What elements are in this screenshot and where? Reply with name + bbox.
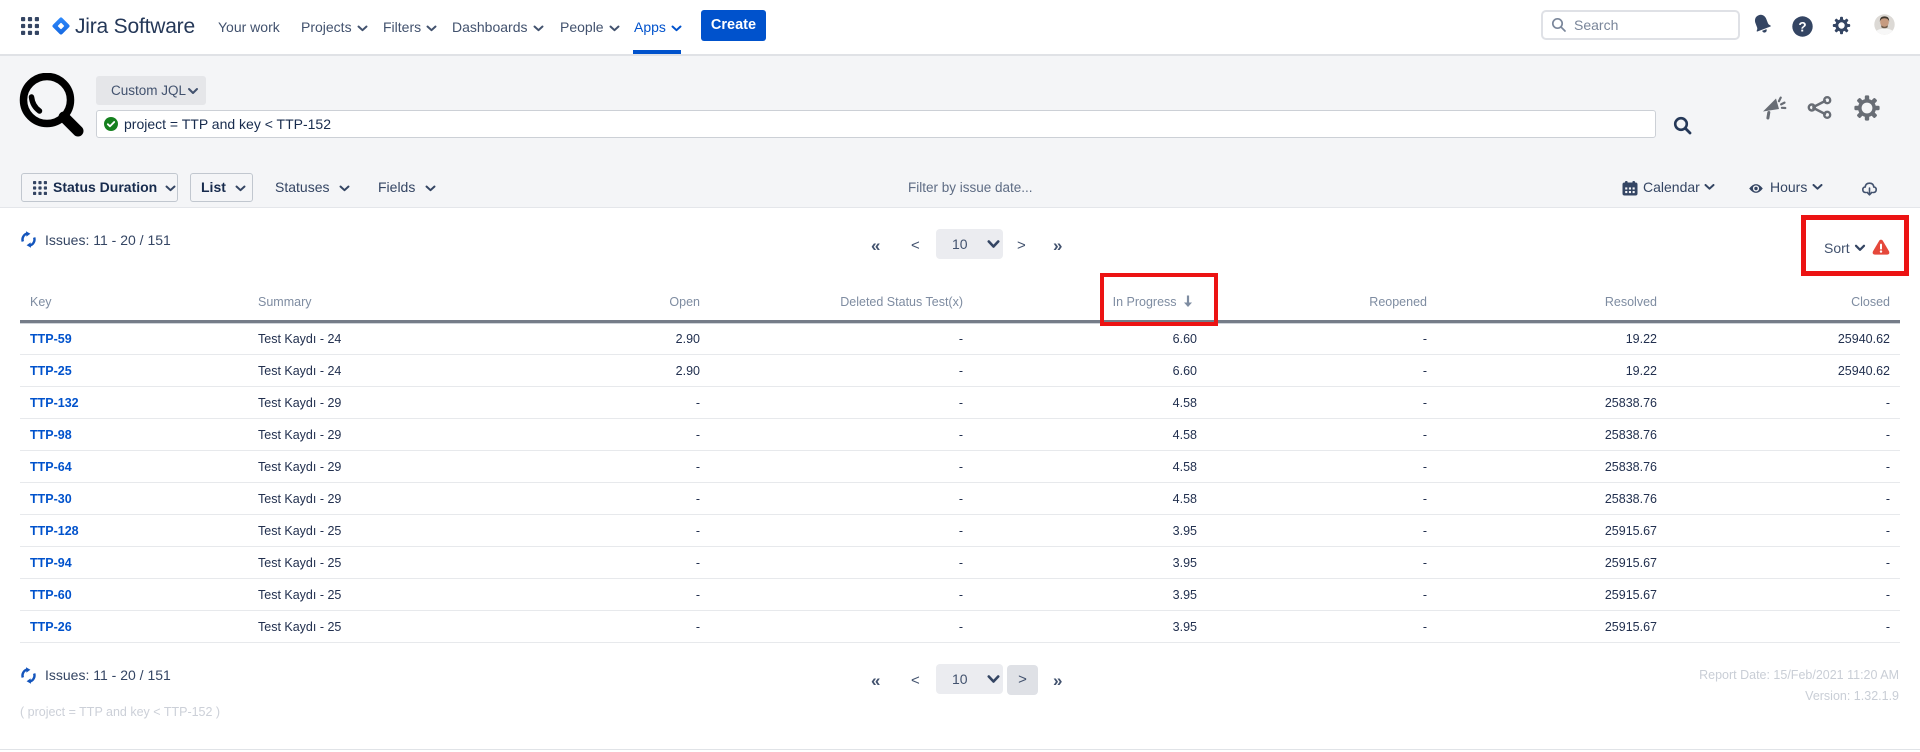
svg-text:?: ? xyxy=(1798,19,1806,34)
